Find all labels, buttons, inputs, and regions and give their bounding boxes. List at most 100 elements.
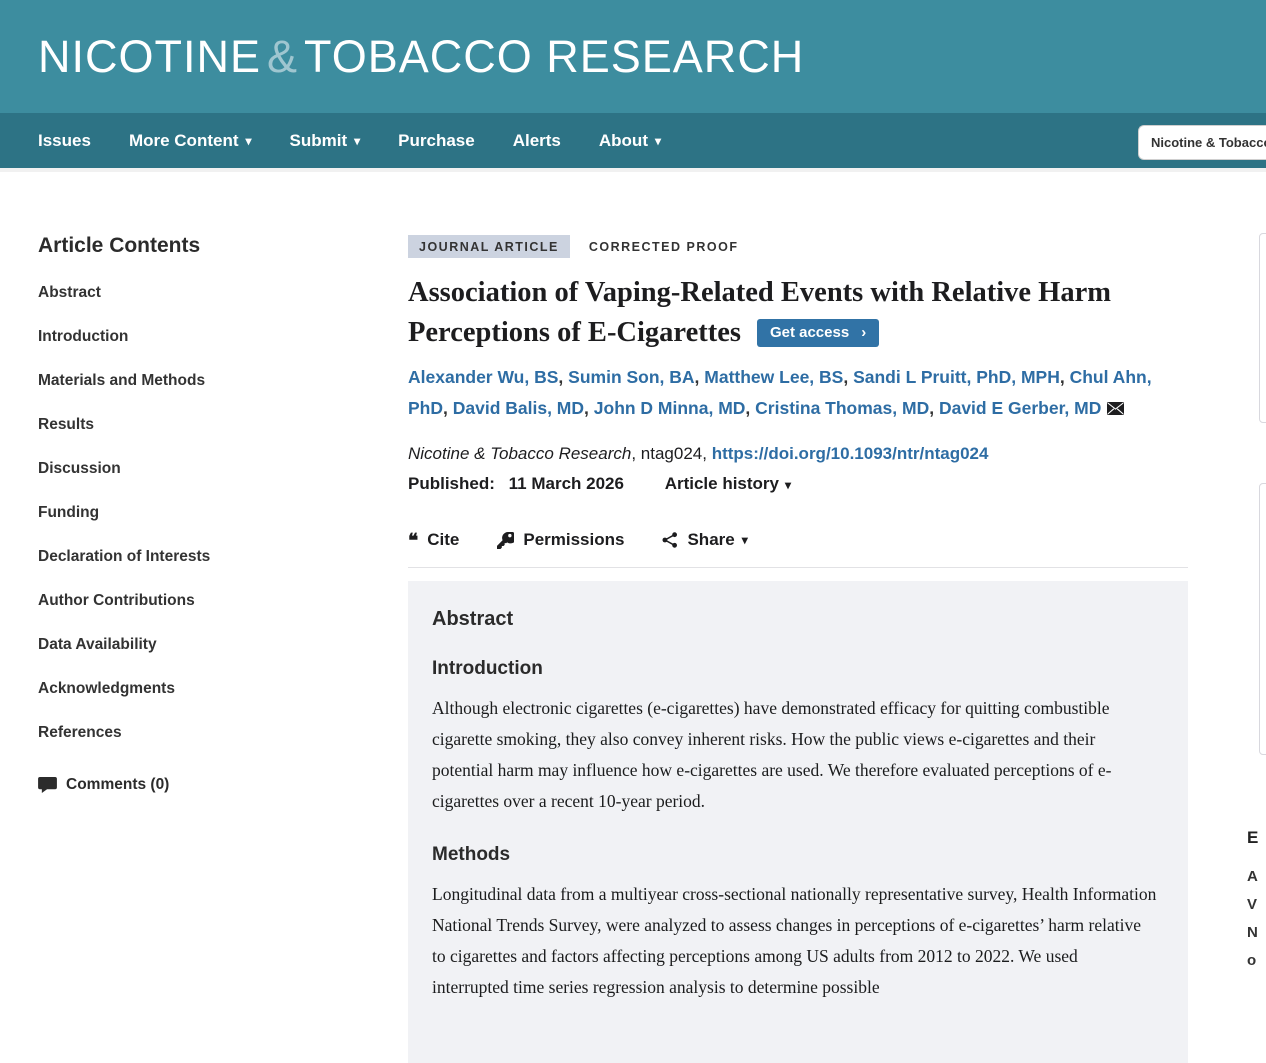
nav-item-label: About: [599, 131, 648, 150]
toc-list-item: Declaration of Interests: [38, 548, 338, 566]
toc-link[interactable]: Declaration of Interests: [38, 548, 210, 565]
author-entry: David E Gerber, MD,: [939, 398, 1101, 418]
corrected-proof-label: CORRECTED PROOF: [589, 240, 739, 254]
toc-list-item: References: [38, 724, 338, 742]
citation-line: Nicotine & Tobacco Research, ntag024, ht…: [408, 444, 1188, 464]
author-entry: Sandi L Pruitt, PhD, MPH,: [853, 367, 1070, 387]
article-main: JOURNAL ARTICLE CORRECTED PROOF Associat…: [408, 172, 1188, 1063]
nav-item[interactable]: About ▾: [599, 131, 661, 151]
right-rail-clipped-lines: AVNo: [1247, 868, 1266, 969]
chevron-down-icon: ▾: [655, 134, 661, 148]
journal-banner: NICOTINE&TOBACCO RESEARCH: [0, 0, 1266, 113]
chevron-down-icon: ▾: [245, 134, 251, 148]
email-author-icon[interactable]: [1107, 399, 1124, 419]
main-nav: Issues More Content ▾ Submit ▾ Purchase Al…: [0, 113, 1266, 172]
brand-ampersand: &: [261, 31, 304, 82]
author-entry: John D Minna, MD,: [594, 398, 755, 418]
toc-link[interactable]: Data Availability: [38, 636, 157, 653]
toc-link[interactable]: Results: [38, 416, 94, 433]
abstract-heading: Abstract: [432, 608, 1158, 631]
nav-item-label: Issues: [38, 131, 91, 150]
toc-list-item: Author Contributions: [38, 592, 338, 610]
abstract-sections: Introduction Although electronic cigaret…: [432, 658, 1158, 1003]
author-entry: David Balis, MD,: [453, 398, 594, 418]
toc-list-item: Results: [38, 416, 338, 434]
author-link[interactable]: David Balis, MD: [453, 398, 584, 418]
brand-text-post: TOBACCO RESEARCH: [304, 31, 804, 82]
author-link[interactable]: Alexander Wu, BS: [408, 367, 558, 387]
comments-label: Comments (0): [66, 776, 169, 794]
toc-link[interactable]: Materials and Methods: [38, 372, 205, 389]
author-separator: ,: [558, 367, 568, 387]
author-link[interactable]: Sandi L Pruitt, PhD, MPH: [853, 367, 1060, 387]
abstract-section-text: Longitudinal data from a multiyear cross…: [432, 879, 1158, 1003]
right-rail-panel-bottom: [1259, 483, 1266, 755]
nav-item[interactable]: Issues: [38, 131, 91, 151]
nav-item-label: More Content: [129, 131, 239, 150]
abstract-section: Methods Longitudinal data from a multiye…: [432, 844, 1158, 1003]
cite-icon: ❝: [408, 532, 418, 551]
right-rail-clipped-line: V: [1247, 896, 1266, 913]
section-divider: [408, 567, 1188, 568]
journal-logo[interactable]: NICOTINE&TOBACCO RESEARCH: [38, 31, 804, 83]
author-separator: ,: [843, 367, 853, 387]
published-label: Published:: [408, 474, 495, 493]
toc-link[interactable]: Funding: [38, 504, 99, 521]
published-row: Published: 11 March 2026 Article history…: [408, 474, 1188, 494]
nav-item[interactable]: More Content ▾: [129, 131, 252, 151]
article-actions: ❝ Cite Permissions Share ▾: [408, 530, 1188, 550]
chevron-down-icon: ▾: [742, 533, 748, 547]
toc-list-item: Abstract: [38, 284, 338, 302]
abstract-section-heading: Methods: [432, 844, 1158, 866]
nav-item[interactable]: Submit ▾: [290, 131, 361, 151]
nav-item-label: Submit: [290, 131, 348, 150]
chevron-right-icon: ›: [861, 324, 866, 341]
right-rail-clipped-line: o: [1247, 952, 1266, 969]
nav-list: Issues More Content ▾ Submit ▾ Purchase Al…: [38, 131, 699, 151]
author-separator: ,: [745, 398, 755, 418]
author-entry: Matthew Lee, BS,: [704, 367, 853, 387]
abstract-section-text: Although electronic cigarettes (e-cigare…: [432, 693, 1158, 817]
key-icon: [497, 532, 514, 549]
cite-button[interactable]: ❝ Cite: [408, 530, 459, 550]
toc-link[interactable]: References: [38, 724, 122, 741]
share-button[interactable]: Share ▾: [662, 530, 747, 550]
toc-link[interactable]: Discussion: [38, 460, 121, 477]
author-entry: Cristina Thomas, MD,: [755, 398, 939, 418]
article-id: ntag024: [641, 444, 702, 463]
citation-separator: ,: [702, 444, 711, 463]
journal-name: Nicotine & Tobacco Research: [408, 444, 631, 463]
author-link[interactable]: Cristina Thomas, MD: [755, 398, 929, 418]
toc-list-item: Introduction: [38, 328, 338, 346]
journal-search-input[interactable]: Nicotine & Tobacco: [1138, 125, 1266, 160]
chevron-down-icon: ▾: [785, 478, 791, 492]
nav-item[interactable]: Purchase: [398, 131, 475, 151]
chevron-down-icon: ▾: [354, 134, 360, 148]
author-link[interactable]: Sumin Son, BA: [568, 367, 694, 387]
article-contents-sidebar: Article Contents AbstractIntroductionMat…: [38, 172, 338, 794]
author-link[interactable]: John D Minna, MD: [594, 398, 746, 418]
toc-link[interactable]: Acknowledgments: [38, 680, 175, 697]
author-separator: ,: [1060, 367, 1070, 387]
share-icon: [662, 532, 678, 548]
author-link[interactable]: Matthew Lee, BS: [704, 367, 843, 387]
nav-item[interactable]: Alerts: [513, 131, 561, 151]
right-rail-clipped-heading: E: [1247, 828, 1266, 848]
doi-link[interactable]: https://doi.org/10.1093/ntr/ntag024: [712, 444, 989, 463]
cite-label: Cite: [427, 530, 459, 550]
toc-link[interactable]: Introduction: [38, 328, 128, 345]
abstract-section: Introduction Although electronic cigaret…: [432, 658, 1158, 817]
get-access-button[interactable]: Get access›: [757, 319, 879, 347]
author-entry: Sumin Son, BA,: [568, 367, 704, 387]
permissions-button[interactable]: Permissions: [497, 530, 624, 550]
toc-list-item: Discussion: [38, 460, 338, 478]
toc-list-item: Materials and Methods: [38, 372, 338, 390]
comments-link[interactable]: Comments (0): [38, 776, 338, 794]
author-separator: ,: [443, 398, 453, 418]
toc-link[interactable]: Author Contributions: [38, 592, 195, 609]
toc-link[interactable]: Abstract: [38, 284, 101, 301]
author-link[interactable]: David E Gerber, MD: [939, 398, 1101, 418]
right-rail-clipped-text: E AVNo: [1247, 828, 1266, 980]
right-rail-panel-top: [1259, 233, 1266, 423]
article-history-toggle[interactable]: Article history▾: [665, 474, 791, 493]
